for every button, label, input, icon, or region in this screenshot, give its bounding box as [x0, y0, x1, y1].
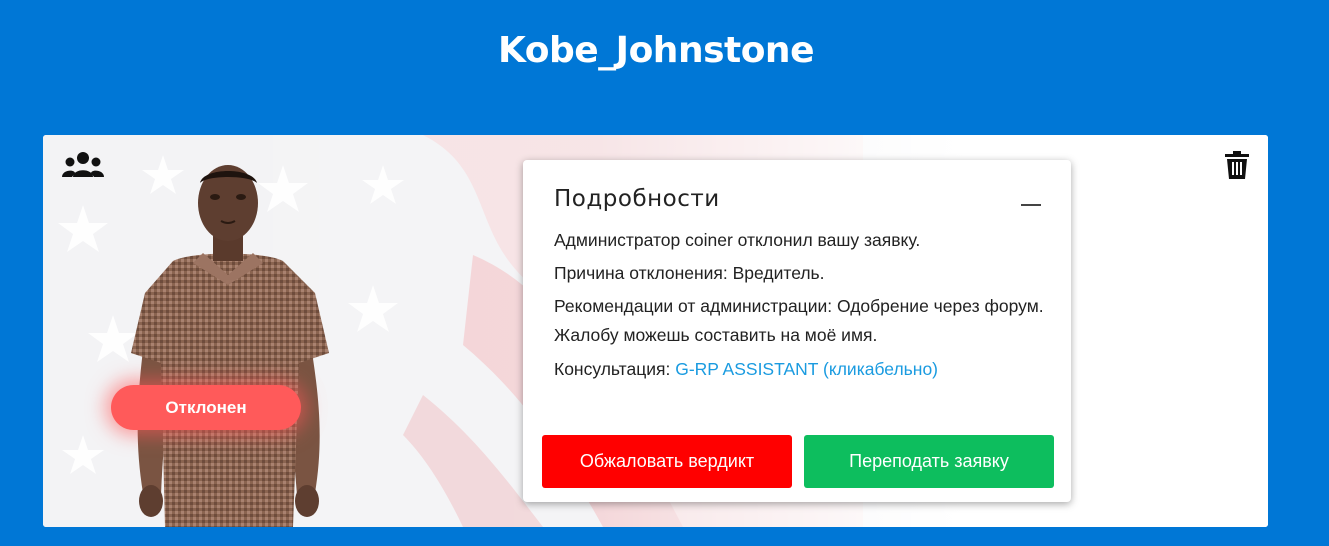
admin-decision-text: Администратор coiner отклонил вашу заявк…	[554, 230, 921, 250]
character-avatar	[131, 165, 329, 527]
consultation-link[interactable]: G-RP ASSISTANT (кликабельно)	[675, 359, 938, 379]
minus-icon	[1021, 204, 1041, 206]
users-group-icon[interactable]	[61, 151, 105, 179]
recommendations-text: Рекомендации от администрации: Одобрение…	[554, 296, 1044, 345]
rejection-reason-text: Причина отклонения: Вредитель.	[554, 263, 825, 283]
consultation-line: Консультация: G-RP ASSISTANT (кликабельн…	[554, 355, 1054, 384]
application-card: Отклонен Подробности Администратор coine…	[43, 135, 1268, 527]
page-title: Kobe_Johnstone	[498, 30, 814, 71]
details-panel: Подробности Администратор coiner отклони…	[523, 160, 1071, 502]
trash-icon[interactable]	[1225, 151, 1249, 179]
status-badge: Отклонен	[111, 385, 301, 430]
resubmit-application-button[interactable]: Переподать заявку	[804, 435, 1054, 488]
appeal-verdict-button[interactable]: Обжаловать вердикт	[542, 435, 792, 488]
collapse-button[interactable]	[1015, 194, 1047, 216]
details-title: Подробности	[554, 186, 720, 212]
consultation-label: Консультация:	[554, 359, 676, 379]
